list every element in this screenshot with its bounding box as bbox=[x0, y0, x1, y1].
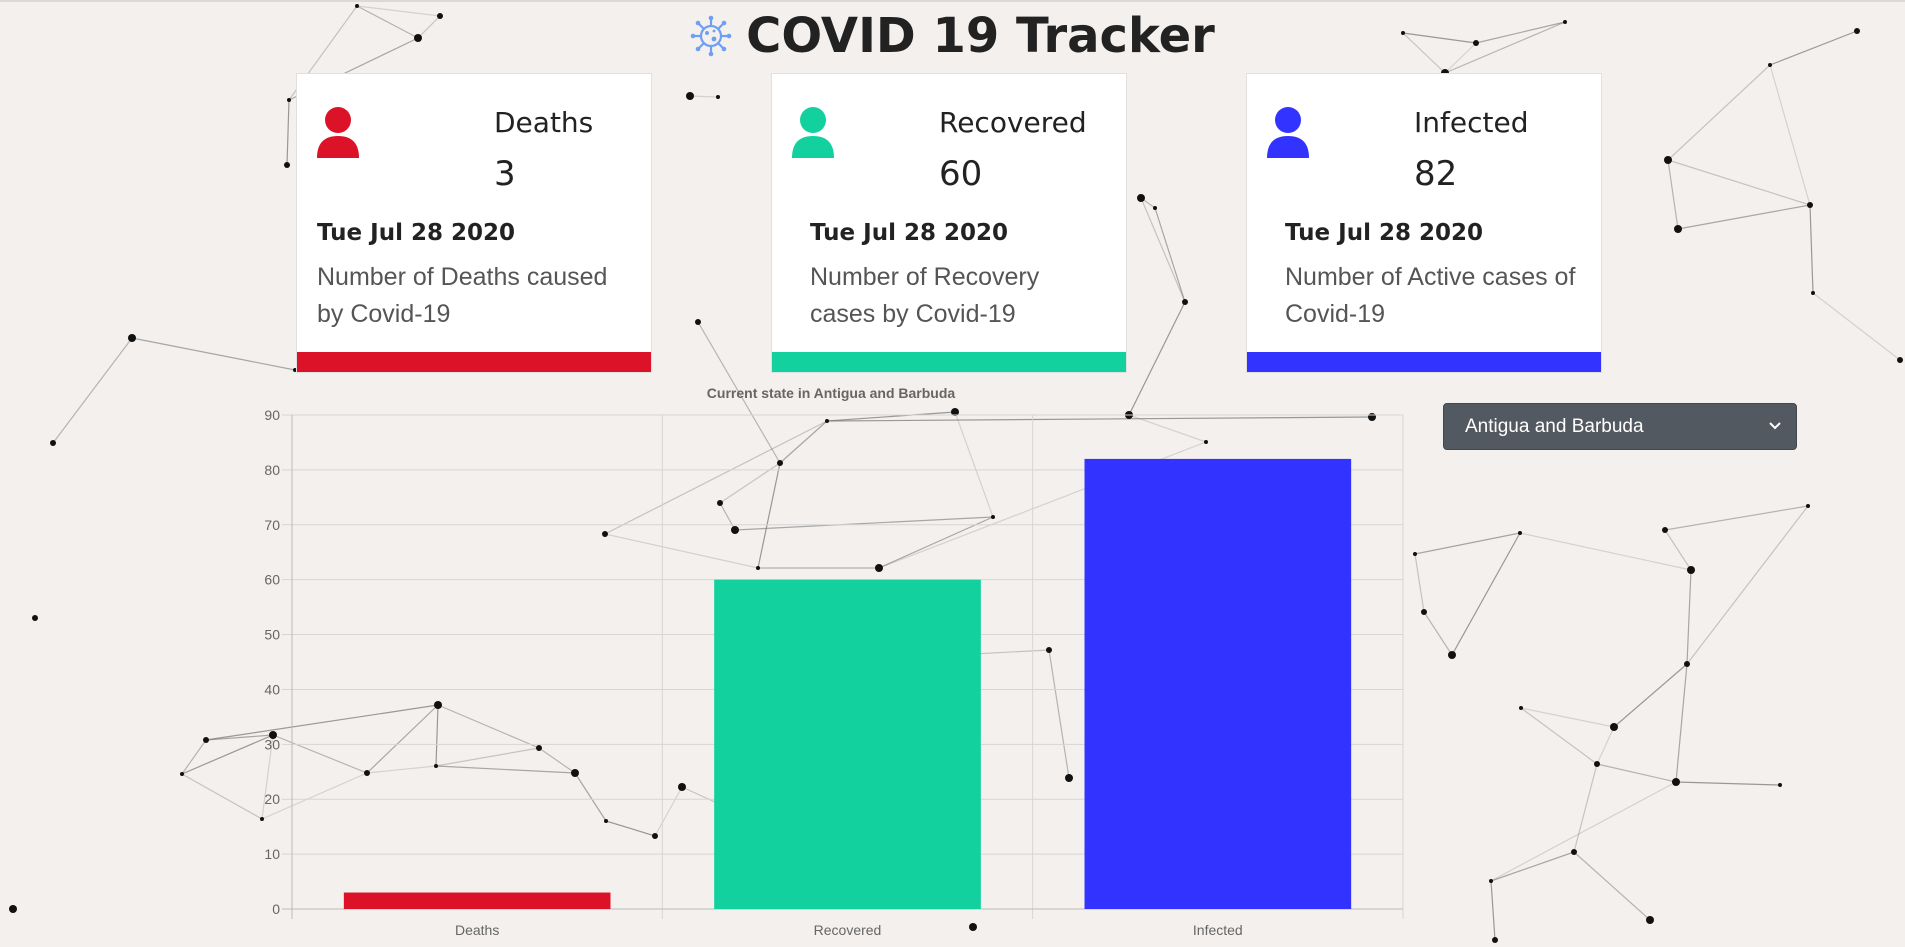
infected-color-bar bbox=[1247, 352, 1601, 372]
country-select[interactable]: Antigua and Barbuda bbox=[1443, 403, 1797, 450]
x-tick-label: Deaths bbox=[455, 922, 499, 938]
deaths-color-bar bbox=[297, 352, 651, 372]
bar-deaths bbox=[343, 892, 611, 909]
y-tick-label: 20 bbox=[264, 791, 280, 807]
person-icon bbox=[792, 107, 834, 158]
y-tick-label: 60 bbox=[264, 572, 280, 588]
recovered-description: Number of Recovery cases by Covid-19 bbox=[810, 263, 1040, 328]
y-tick-label: 30 bbox=[264, 736, 280, 752]
deaths-description: Number of Deaths caused by Covid-19 bbox=[317, 263, 608, 328]
person-icon bbox=[317, 107, 359, 158]
page-title: COVID 19 Tracker bbox=[746, 8, 1215, 64]
infected-card: Infected 82 Tue Jul 28 2020 Number of Ac… bbox=[1246, 73, 1602, 373]
y-tick-label: 0 bbox=[272, 901, 280, 917]
virus-icon bbox=[690, 15, 732, 57]
deaths-value: 3 bbox=[494, 154, 516, 194]
bar-infected bbox=[1084, 458, 1352, 909]
chart-title: Current state in Antigua and Barbuda bbox=[707, 385, 956, 401]
chevron-down-icon bbox=[1769, 422, 1781, 430]
deaths-card: Deaths 3 Tue Jul 28 2020 Number of Death… bbox=[296, 73, 652, 373]
x-tick-label: Infected bbox=[1193, 922, 1243, 938]
infected-date: Tue Jul 28 2020 bbox=[1285, 220, 1483, 246]
y-tick-label: 40 bbox=[264, 681, 280, 697]
bar-recovered bbox=[714, 579, 981, 909]
deaths-title: Deaths bbox=[494, 106, 594, 139]
x-tick-label: Recovered bbox=[814, 922, 882, 938]
infected-value: 82 bbox=[1414, 154, 1458, 194]
y-tick-label: 70 bbox=[264, 517, 280, 533]
recovered-title: Recovered bbox=[939, 106, 1087, 139]
y-tick-label: 10 bbox=[264, 846, 280, 862]
recovered-value: 60 bbox=[939, 154, 983, 194]
country-select-value: Antigua and Barbuda bbox=[1465, 415, 1644, 437]
infected-title: Infected bbox=[1414, 106, 1529, 139]
recovered-card: Recovered 60 Tue Jul 28 2020 Number of R… bbox=[771, 73, 1127, 373]
recovered-date: Tue Jul 28 2020 bbox=[810, 220, 1008, 246]
recovered-color-bar bbox=[772, 352, 1126, 372]
deaths-date: Tue Jul 28 2020 bbox=[317, 220, 515, 246]
infected-description: Number of Active cases of Covid-19 bbox=[1285, 263, 1576, 328]
page-header: COVID 19 Tracker bbox=[0, 2, 1905, 70]
y-tick-label: 50 bbox=[264, 627, 280, 643]
y-tick-label: 80 bbox=[264, 462, 280, 478]
y-tick-label: 90 bbox=[264, 407, 280, 423]
person-icon bbox=[1267, 107, 1309, 158]
